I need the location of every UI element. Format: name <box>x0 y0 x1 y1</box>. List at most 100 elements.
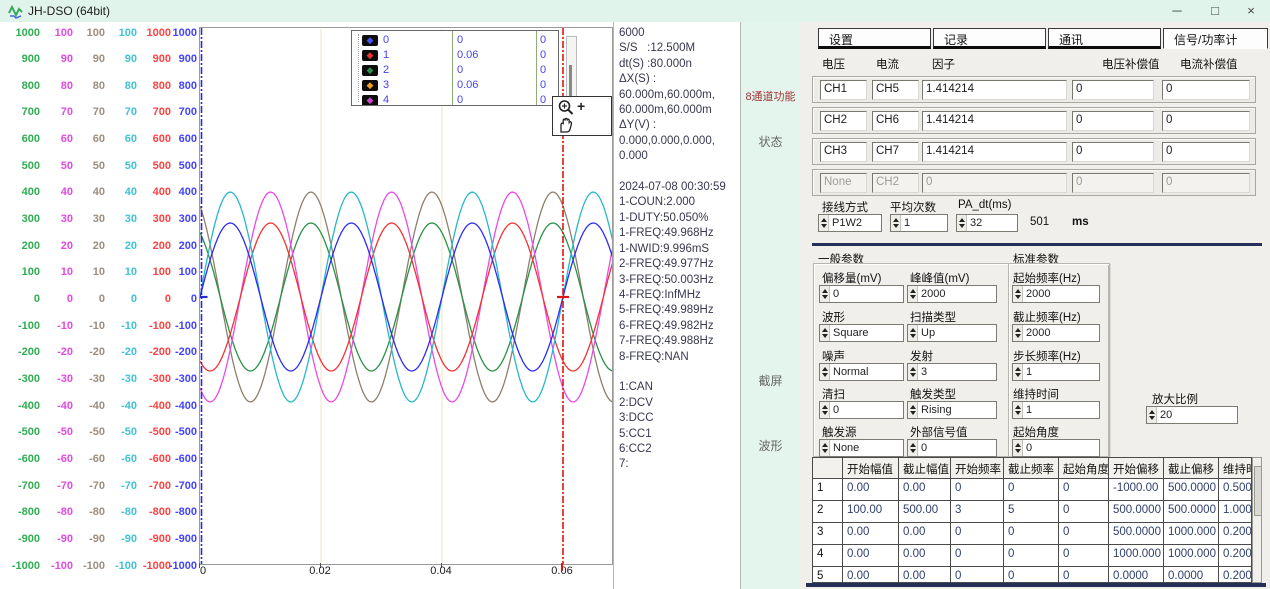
spinner-arrows[interactable] <box>908 402 918 418</box>
spin-down-icon[interactable] <box>910 373 916 377</box>
voltage-channel-select[interactable]: None <box>820 173 867 193</box>
spin-up-icon[interactable] <box>1015 443 1021 447</box>
param-1-col2-spinner[interactable]: Up <box>907 324 997 342</box>
spin-up-icon[interactable] <box>822 289 828 293</box>
factor-field[interactable]: 1.414214 <box>922 111 1067 131</box>
spin-down-icon[interactable] <box>959 224 965 228</box>
standard-param-1-spinner[interactable]: 2000 <box>1012 324 1100 342</box>
sweep-table-row[interactable]: 50.000.000000.00000.00000.200 <box>813 567 1251 583</box>
current-channel-select[interactable]: CH7 <box>872 142 919 162</box>
zoom-plus-icon[interactable]: + <box>577 98 585 114</box>
waveform-plot[interactable]: ◆000◆10.060◆200◆30.060◆400 + <box>199 27 613 565</box>
close-button[interactable]: × <box>1234 0 1268 22</box>
sweep-table-row[interactable]: 30.000.00000500.00001000.0000.200 <box>813 523 1251 545</box>
spin-up-icon[interactable] <box>910 367 916 371</box>
plot-tools[interactable]: + <box>552 96 612 136</box>
spin-up-icon[interactable] <box>1149 410 1155 414</box>
current-comp-field[interactable]: 0 <box>1162 142 1250 162</box>
spinner-arrows[interactable] <box>891 215 901 231</box>
spin-down-icon[interactable] <box>1149 416 1155 420</box>
spinner-arrows[interactable] <box>820 325 830 341</box>
spinner-arrows[interactable] <box>957 215 967 231</box>
voltage-channel-select[interactable]: CH3 <box>820 142 867 162</box>
factor-field[interactable]: 1.414214 <box>922 80 1067 100</box>
param-0-col1-spinner[interactable]: 0 <box>819 285 904 303</box>
param-3-col1-spinner[interactable]: 0 <box>819 401 904 419</box>
spin-up-icon[interactable] <box>1015 328 1021 332</box>
spin-down-icon[interactable] <box>1015 373 1021 377</box>
spinner-arrows[interactable] <box>820 364 830 380</box>
spinner-arrows[interactable] <box>820 440 830 456</box>
spin-up-icon[interactable] <box>1015 405 1021 409</box>
spinner-arrows[interactable] <box>820 286 830 302</box>
current-channel-select[interactable]: CH5 <box>872 80 919 100</box>
spinner-arrows[interactable] <box>1013 440 1023 456</box>
sweep-scrollbar-thumb[interactable] <box>1254 466 1262 516</box>
spin-up-icon[interactable] <box>1015 367 1021 371</box>
spin-down-icon[interactable] <box>822 373 828 377</box>
spin-down-icon[interactable] <box>1015 295 1021 299</box>
wiring-mode-spinner[interactable]: P1W2 <box>818 214 882 232</box>
sweep-table-row[interactable]: 2100.00500.00350500.0000500.00001.000 <box>813 501 1251 523</box>
current-comp-field[interactable]: 0 <box>1162 111 1250 131</box>
tab-记录[interactable]: 记录 <box>933 28 1046 49</box>
spin-down-icon[interactable] <box>910 295 916 299</box>
zoom-in-icon[interactable] <box>557 99 575 117</box>
param-4-col1-spinner[interactable]: None <box>819 439 904 457</box>
tab-设置[interactable]: 设置 <box>818 28 931 49</box>
spin-up-icon[interactable] <box>893 218 899 222</box>
minimize-button[interactable]: ─ <box>1160 0 1194 22</box>
param-4-col2-spinner[interactable]: 0 <box>907 439 997 457</box>
spinner-arrows[interactable] <box>819 215 829 231</box>
spin-up-icon[interactable] <box>910 328 916 332</box>
spin-up-icon[interactable] <box>1015 289 1021 293</box>
voltage-comp-field[interactable]: 0 <box>1072 111 1154 131</box>
current-channel-select[interactable]: CH6 <box>872 111 919 131</box>
tab-通讯[interactable]: 通讯 <box>1048 28 1161 49</box>
zoom-ratio-spinner[interactable]: 20 <box>1146 406 1238 424</box>
spin-up-icon[interactable] <box>822 367 828 371</box>
standard-param-3-spinner[interactable]: 1 <box>1012 401 1100 419</box>
standard-param-0-spinner[interactable]: 2000 <box>1012 285 1100 303</box>
maximize-button[interactable]: □ <box>1198 0 1232 22</box>
spinner-arrows[interactable] <box>1013 286 1023 302</box>
voltage-channel-select[interactable]: CH2 <box>820 111 867 131</box>
voltage-comp-field[interactable]: 0 <box>1072 142 1154 162</box>
spin-down-icon[interactable] <box>1015 411 1021 415</box>
spinner-arrows[interactable] <box>1013 364 1023 380</box>
spin-up-icon[interactable] <box>910 443 916 447</box>
spin-down-icon[interactable] <box>822 449 828 453</box>
param-0-col2-spinner[interactable]: 2000 <box>907 285 997 303</box>
spinner-arrows[interactable] <box>908 440 918 456</box>
voltage-comp-field[interactable]: 0 <box>1072 173 1154 193</box>
param-1-col1-spinner[interactable]: Square <box>819 324 904 342</box>
sweep-table-scrollbar[interactable] <box>1252 457 1262 583</box>
spinner-arrows[interactable] <box>1013 402 1023 418</box>
spin-down-icon[interactable] <box>910 334 916 338</box>
spin-up-icon[interactable] <box>910 405 916 409</box>
spin-down-icon[interactable] <box>893 224 899 228</box>
factor-field[interactable]: 0 <box>922 173 1067 193</box>
spin-up-icon[interactable] <box>959 218 965 222</box>
spin-up-icon[interactable] <box>910 289 916 293</box>
param-3-col2-spinner[interactable]: Rising <box>907 401 997 419</box>
spinner-arrows[interactable] <box>908 286 918 302</box>
param-2-col2-spinner[interactable]: 3 <box>907 363 997 381</box>
voltage-comp-field[interactable]: 0 <box>1072 80 1154 100</box>
pa-dt-spinner[interactable]: 32 <box>956 214 1018 232</box>
spin-up-icon[interactable] <box>822 405 828 409</box>
spin-up-icon[interactable] <box>821 218 827 222</box>
tab-信号/功率计[interactable]: 信号/功率计 <box>1163 28 1268 49</box>
current-channel-select[interactable]: CH2 <box>872 173 919 193</box>
cursor-legend[interactable]: ◆000◆10.060◆200◆30.060◆400 <box>351 30 559 106</box>
spin-down-icon[interactable] <box>910 449 916 453</box>
standard-param-4-spinner[interactable]: 0 <box>1012 439 1100 457</box>
sweep-table-row[interactable]: 10.000.00000-1000.00500.00000.500 <box>813 479 1251 501</box>
standard-param-2-spinner[interactable]: 1 <box>1012 363 1100 381</box>
param-2-col1-spinner[interactable]: Normal <box>819 363 904 381</box>
spin-down-icon[interactable] <box>910 411 916 415</box>
spinner-arrows[interactable] <box>820 402 830 418</box>
spin-down-icon[interactable] <box>822 411 828 415</box>
spin-up-icon[interactable] <box>822 328 828 332</box>
voltage-channel-select[interactable]: CH1 <box>820 80 867 100</box>
